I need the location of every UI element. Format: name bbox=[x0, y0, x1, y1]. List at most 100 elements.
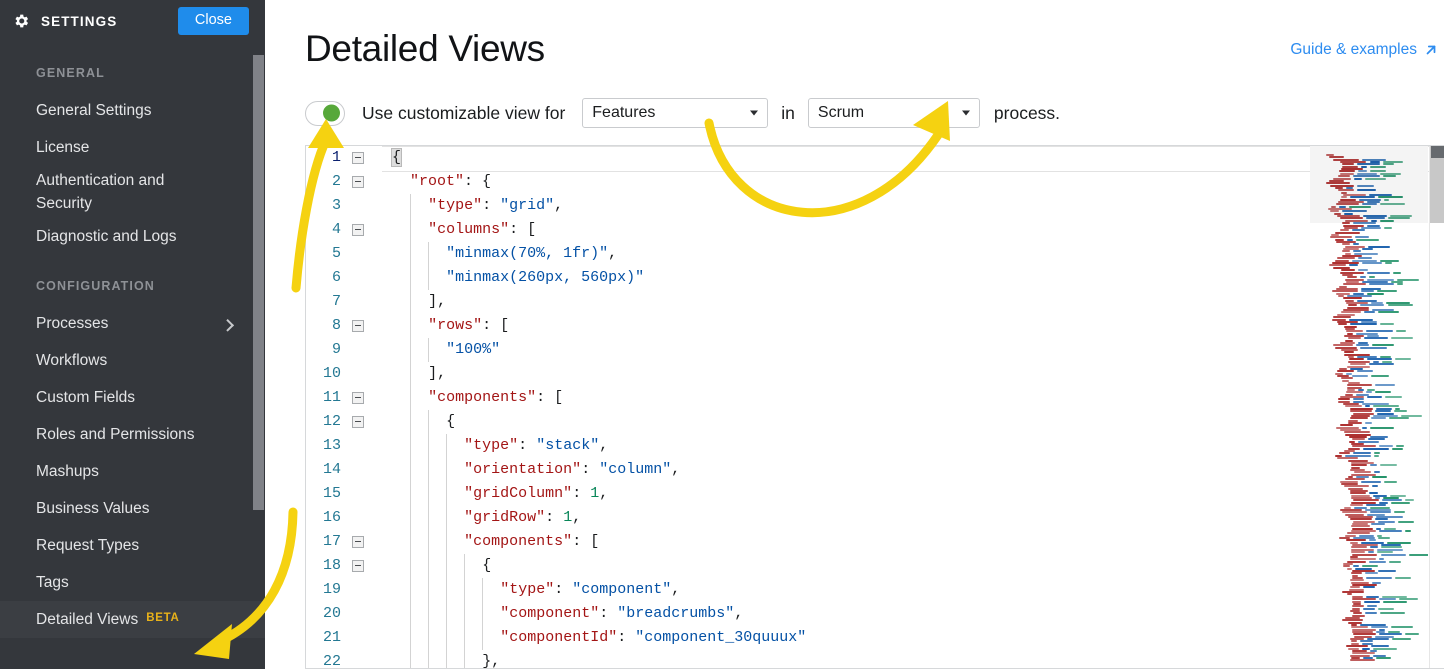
process-select-value: Scrum bbox=[817, 104, 865, 121]
toggle-text-before: Use customizable view for bbox=[362, 102, 566, 123]
minimap-line bbox=[1353, 612, 1363, 615]
sidebar-item-label: General Settings bbox=[36, 102, 152, 119]
line-number: 12 bbox=[322, 413, 341, 430]
minimap-line bbox=[1365, 330, 1393, 333]
minimap-line bbox=[1392, 271, 1401, 274]
minimap-line bbox=[1361, 480, 1381, 483]
sidebar-section-general: GENERAL bbox=[36, 66, 105, 80]
minimap-line bbox=[1391, 447, 1403, 450]
code-text: }, bbox=[383, 653, 501, 669]
sidebar-item-roles-and-permissions[interactable]: Roles and Permissions bbox=[0, 416, 265, 453]
fold-collapse-icon[interactable] bbox=[352, 416, 364, 428]
sidebar-item-workflows[interactable]: Workflows bbox=[0, 342, 265, 379]
minimap-line bbox=[1365, 572, 1379, 575]
minimap-line bbox=[1374, 391, 1392, 394]
minimap-line bbox=[1376, 656, 1392, 659]
sidebar-item-authentication-and-security[interactable]: Authentication and Security bbox=[0, 166, 265, 218]
fold-collapse-icon[interactable] bbox=[352, 152, 364, 164]
minimap-line bbox=[1370, 426, 1394, 429]
code-token: ], bbox=[428, 293, 447, 310]
gutter-row: 9 bbox=[306, 338, 383, 362]
sidebar-item-mashups[interactable]: Mashups bbox=[0, 453, 265, 490]
sidebar-item-business-values[interactable]: Business Values bbox=[0, 490, 265, 527]
close-button[interactable]: Close bbox=[177, 7, 249, 35]
sidebar-item-custom-fields[interactable]: Custom Fields bbox=[0, 379, 265, 416]
sidebar-scrollbar[interactable] bbox=[253, 55, 264, 510]
fold-collapse-icon[interactable] bbox=[352, 560, 364, 572]
minimap-line bbox=[1331, 290, 1359, 293]
editor-scrollbar-slider[interactable] bbox=[1431, 146, 1444, 158]
minimap-line bbox=[1350, 525, 1370, 528]
minimap-line bbox=[1370, 374, 1390, 377]
sidebar-section-configuration: CONFIGURATION bbox=[36, 279, 155, 293]
minimap-line bbox=[1395, 358, 1412, 361]
minimap-line bbox=[1340, 229, 1350, 232]
fold-collapse-icon[interactable] bbox=[352, 536, 364, 548]
minimap-line bbox=[1334, 231, 1361, 234]
view-toggle[interactable] bbox=[305, 100, 345, 126]
code-line: "components": [ bbox=[383, 530, 1444, 554]
sidebar-item-diagnostic-and-logs[interactable]: Diagnostic and Logs bbox=[0, 218, 265, 255]
minimap-line bbox=[1361, 248, 1373, 250]
sidebar-item-general-settings[interactable]: General Settings bbox=[0, 92, 265, 129]
minimap-line bbox=[1365, 612, 1377, 615]
fold-collapse-icon[interactable] bbox=[352, 176, 364, 188]
minimap-line bbox=[1387, 304, 1413, 307]
minimap-line bbox=[1372, 475, 1387, 478]
process-select[interactable]: Scrum bbox=[807, 98, 980, 128]
code-token: : bbox=[545, 509, 564, 526]
code-token: : [ bbox=[482, 317, 510, 334]
settings-title: SETTINGS bbox=[41, 13, 118, 29]
json-code-editor[interactable]: 1 2 3 4 5 6 7 8 9 10 11 12 13 14 15 16 17 18 19 20 21 22 {"ro… bbox=[305, 145, 1444, 669]
line-number: 17 bbox=[322, 533, 341, 550]
line-number: 15 bbox=[322, 485, 341, 502]
code-token: "breadcrumbs" bbox=[617, 605, 735, 622]
sidebar-item-processes[interactable]: Processes bbox=[0, 305, 265, 342]
code-text: "type": "stack", bbox=[383, 437, 608, 454]
code-token: }, bbox=[482, 653, 501, 669]
sidebar-item-detailed-views[interactable]: Detailed Views BETA bbox=[0, 601, 265, 638]
line-number: 9 bbox=[331, 341, 341, 358]
editor-vertical-scrollbar[interactable] bbox=[1429, 146, 1444, 668]
guide-and-examples-link[interactable]: Guide & examples bbox=[1290, 41, 1438, 59]
sidebar-item-license[interactable]: License bbox=[0, 129, 265, 166]
minimap-line bbox=[1349, 417, 1368, 420]
minimap-line bbox=[1367, 551, 1374, 554]
main-content: Detailed Views Guide & examples Use cust… bbox=[265, 0, 1444, 669]
minimap-line bbox=[1404, 633, 1420, 636]
minimap-line bbox=[1351, 598, 1376, 601]
minimap-line bbox=[1378, 598, 1397, 601]
gutter-row: 8 bbox=[306, 314, 383, 338]
minimap-line bbox=[1340, 269, 1355, 272]
fold-collapse-icon[interactable] bbox=[352, 224, 364, 236]
sidebar-item-request-types[interactable]: Request Types bbox=[0, 527, 265, 564]
minimap-line bbox=[1359, 276, 1367, 279]
minimap-line bbox=[1343, 431, 1371, 434]
sidebar-item-tags[interactable]: Tags bbox=[0, 564, 265, 601]
code-line: "100%" bbox=[383, 338, 1444, 362]
code-minimap[interactable] bbox=[1310, 146, 1428, 668]
editor-scrollbar-thumb[interactable] bbox=[1430, 146, 1444, 223]
code-text: "component": "breadcrumbs", bbox=[383, 605, 743, 622]
minimap-line bbox=[1371, 645, 1390, 648]
code-text: "gridRow": 1, bbox=[383, 509, 581, 526]
gear-icon bbox=[12, 12, 30, 30]
entity-select[interactable]: Features bbox=[582, 98, 769, 128]
fold-collapse-icon[interactable] bbox=[352, 320, 364, 332]
code-token: "component_30quuux" bbox=[635, 629, 807, 646]
code-line: { bbox=[383, 554, 1444, 578]
code-token: : bbox=[581, 461, 600, 478]
code-text: "columns": [ bbox=[383, 221, 536, 238]
code-token: "component" bbox=[572, 581, 672, 598]
code-token: "type" bbox=[428, 197, 483, 214]
minimap-line bbox=[1368, 560, 1387, 563]
minimap-line bbox=[1337, 457, 1359, 460]
minimap-line bbox=[1350, 572, 1363, 575]
fold-collapse-icon[interactable] bbox=[352, 392, 364, 404]
minimap-line bbox=[1361, 262, 1383, 265]
line-number: 2 bbox=[331, 173, 341, 190]
minimap-line bbox=[1330, 236, 1352, 239]
editor-code-area[interactable]: {"root": {"type": "grid", "columns": ["mi… bbox=[382, 146, 1444, 669]
toggle-text-after: process. bbox=[993, 102, 1061, 123]
code-line: "componentId": "component_30quuux" bbox=[383, 626, 1444, 650]
